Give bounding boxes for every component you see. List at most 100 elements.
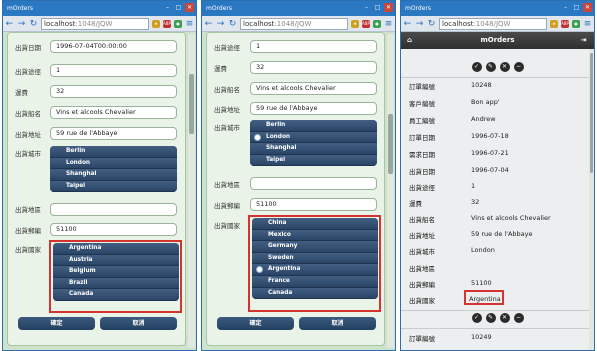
detail-value: London [471, 246, 495, 254]
menu-icon[interactable]: ≡ [384, 19, 393, 29]
close-icon[interactable]: ✕ [583, 3, 592, 12]
city-option-selected[interactable]: London [250, 131, 377, 144]
ship-address-input[interactable]: 59 rue de l'Abbaye [250, 102, 377, 115]
country-option[interactable]: Belgium [53, 266, 179, 278]
ship-date-input[interactable]: 1996-07-04T00:00:00 [50, 40, 177, 53]
bookmark-star-icon[interactable]: ★ [351, 19, 359, 28]
tab-title[interactable]: mOrders [206, 5, 232, 12]
bookmark-star-icon[interactable]: ★ [152, 19, 160, 28]
minimize-icon[interactable]: – [362, 3, 371, 12]
ship-via-input[interactable]: 1 [50, 64, 177, 77]
back-icon[interactable]: ← [5, 19, 14, 29]
city-option[interactable]: Berlin [50, 146, 177, 158]
ship-name-input[interactable]: Vins et alcools Chevalier [50, 106, 177, 119]
delete-icon[interactable]: ✕ [499, 62, 510, 72]
city-option[interactable]: London [50, 157, 177, 170]
adblock-icon[interactable]: ABP [561, 19, 569, 28]
cancel-button[interactable]: 取消 [299, 317, 376, 330]
field-label: 出貨途徑 [214, 44, 240, 52]
country-listbox[interactable]: China Mexico Germany Sweden Argentina Fr… [252, 218, 378, 300]
menu-icon[interactable]: ≡ [583, 19, 592, 29]
country-option[interactable]: Mexico [252, 229, 378, 242]
delete-icon[interactable]: ✕ [499, 313, 510, 323]
reload-icon[interactable]: ↻ [228, 19, 237, 29]
maximize-icon[interactable]: □ [373, 3, 382, 12]
country-listbox[interactable]: Argentina Austria Belgium Brazil Canada [53, 243, 179, 301]
logout-icon[interactable]: ⇥ [579, 36, 588, 45]
address-bar[interactable]: localhost:1048/JQW [41, 17, 149, 30]
cancel-button[interactable]: 取消 [100, 317, 177, 330]
edit-icon[interactable]: ✎ [485, 313, 496, 323]
freight-input[interactable]: 32 [50, 85, 177, 98]
detail-value: Argentina [469, 295, 501, 303]
reload-icon[interactable]: ↻ [29, 19, 38, 29]
city-option[interactable]: Taipei [50, 180, 177, 193]
tab-title[interactable]: mOrders [405, 5, 431, 12]
detail-label: 出貨地址 [409, 232, 435, 240]
ship-address-input[interactable]: 59 rue de l'Abbaye [50, 127, 177, 140]
reload-icon[interactable]: ↻ [427, 19, 436, 29]
country-option[interactable]: Brazil [53, 277, 179, 290]
city-listbox[interactable]: Berlin London Shanghai Taipei [250, 120, 377, 167]
city-listbox[interactable]: Berlin London Shanghai Taipei [50, 146, 177, 193]
country-option[interactable]: Sweden [252, 252, 378, 265]
nav-bar: ← → ↻ localhost:1048/JQW ★ ABP ● ≡ [401, 16, 594, 32]
postal-input[interactable]: 51100 [50, 223, 177, 236]
forward-icon[interactable]: → [415, 19, 424, 29]
scrollbar[interactable] [387, 34, 394, 348]
minus-icon[interactable]: − [513, 313, 524, 323]
ship-name-input[interactable]: Vins et alcools Chevalier [250, 82, 377, 95]
country-option[interactable]: Canada [53, 289, 179, 301]
scrollbar[interactable] [188, 34, 195, 348]
country-option[interactable]: Canada [252, 287, 378, 300]
tab-title[interactable]: mOrders [7, 5, 33, 12]
check-icon[interactable]: ✓ [471, 313, 482, 323]
address-bar[interactable]: localhost:1048/JQW [439, 17, 547, 30]
close-icon[interactable]: ✕ [384, 3, 393, 12]
country-option-selected[interactable]: Argentina [252, 264, 378, 276]
detail-value: 1996-07-04 [471, 166, 509, 174]
ship-via-input[interactable]: 1 [250, 40, 377, 53]
country-option[interactable]: Germany [252, 241, 378, 253]
extension-icon[interactable]: ● [373, 19, 381, 28]
freight-input[interactable]: 32 [250, 61, 377, 74]
country-option[interactable]: France [252, 275, 378, 288]
maximize-icon[interactable]: □ [572, 3, 581, 12]
postal-input[interactable]: 51100 [250, 198, 377, 211]
extension-icon[interactable]: ● [174, 19, 182, 28]
city-option[interactable]: Shanghai [50, 169, 177, 181]
city-option[interactable]: Berlin [250, 120, 377, 132]
postal-label: 出貨郵編 [15, 227, 41, 235]
postal-label: 出貨郵編 [214, 202, 240, 210]
country-option[interactable]: China [252, 218, 378, 230]
forward-icon[interactable]: → [17, 19, 26, 29]
home-icon[interactable]: ⌂ [405, 36, 414, 45]
minus-icon[interactable]: − [513, 62, 524, 72]
maximize-icon[interactable]: □ [174, 3, 183, 12]
country-option[interactable]: Argentina [53, 243, 179, 255]
detail-label: 員工編號 [409, 117, 435, 125]
close-icon[interactable]: ✕ [185, 3, 194, 12]
forward-icon[interactable]: → [216, 19, 225, 29]
back-icon[interactable]: ← [403, 19, 412, 29]
confirm-button[interactable]: 確定 [217, 317, 294, 330]
extension-icon[interactable]: ● [572, 19, 580, 28]
address-bar[interactable]: localhost:1048/JQW [240, 17, 348, 30]
back-icon[interactable]: ← [204, 19, 213, 29]
scrollbar[interactable] [589, 49, 594, 350]
bookmark-star-icon[interactable]: ★ [550, 19, 558, 28]
confirm-button[interactable]: 確定 [18, 317, 95, 330]
check-icon[interactable]: ✓ [471, 62, 482, 72]
region-input[interactable] [250, 177, 377, 190]
city-option[interactable]: Shanghai [250, 143, 377, 155]
menu-icon[interactable]: ≡ [185, 19, 194, 29]
minimize-icon[interactable]: – [163, 3, 172, 12]
nav-bar: ← → ↻ localhost:1048/JQW ★ ABP ● ≡ [202, 16, 395, 32]
city-option[interactable]: Taipei [250, 154, 377, 167]
edit-icon[interactable]: ✎ [485, 62, 496, 72]
country-option[interactable]: Austria [53, 254, 179, 267]
adblock-icon[interactable]: ABP [362, 19, 370, 28]
adblock-icon[interactable]: ABP [163, 19, 171, 28]
minimize-icon[interactable]: – [561, 3, 570, 12]
region-input[interactable] [50, 203, 177, 216]
